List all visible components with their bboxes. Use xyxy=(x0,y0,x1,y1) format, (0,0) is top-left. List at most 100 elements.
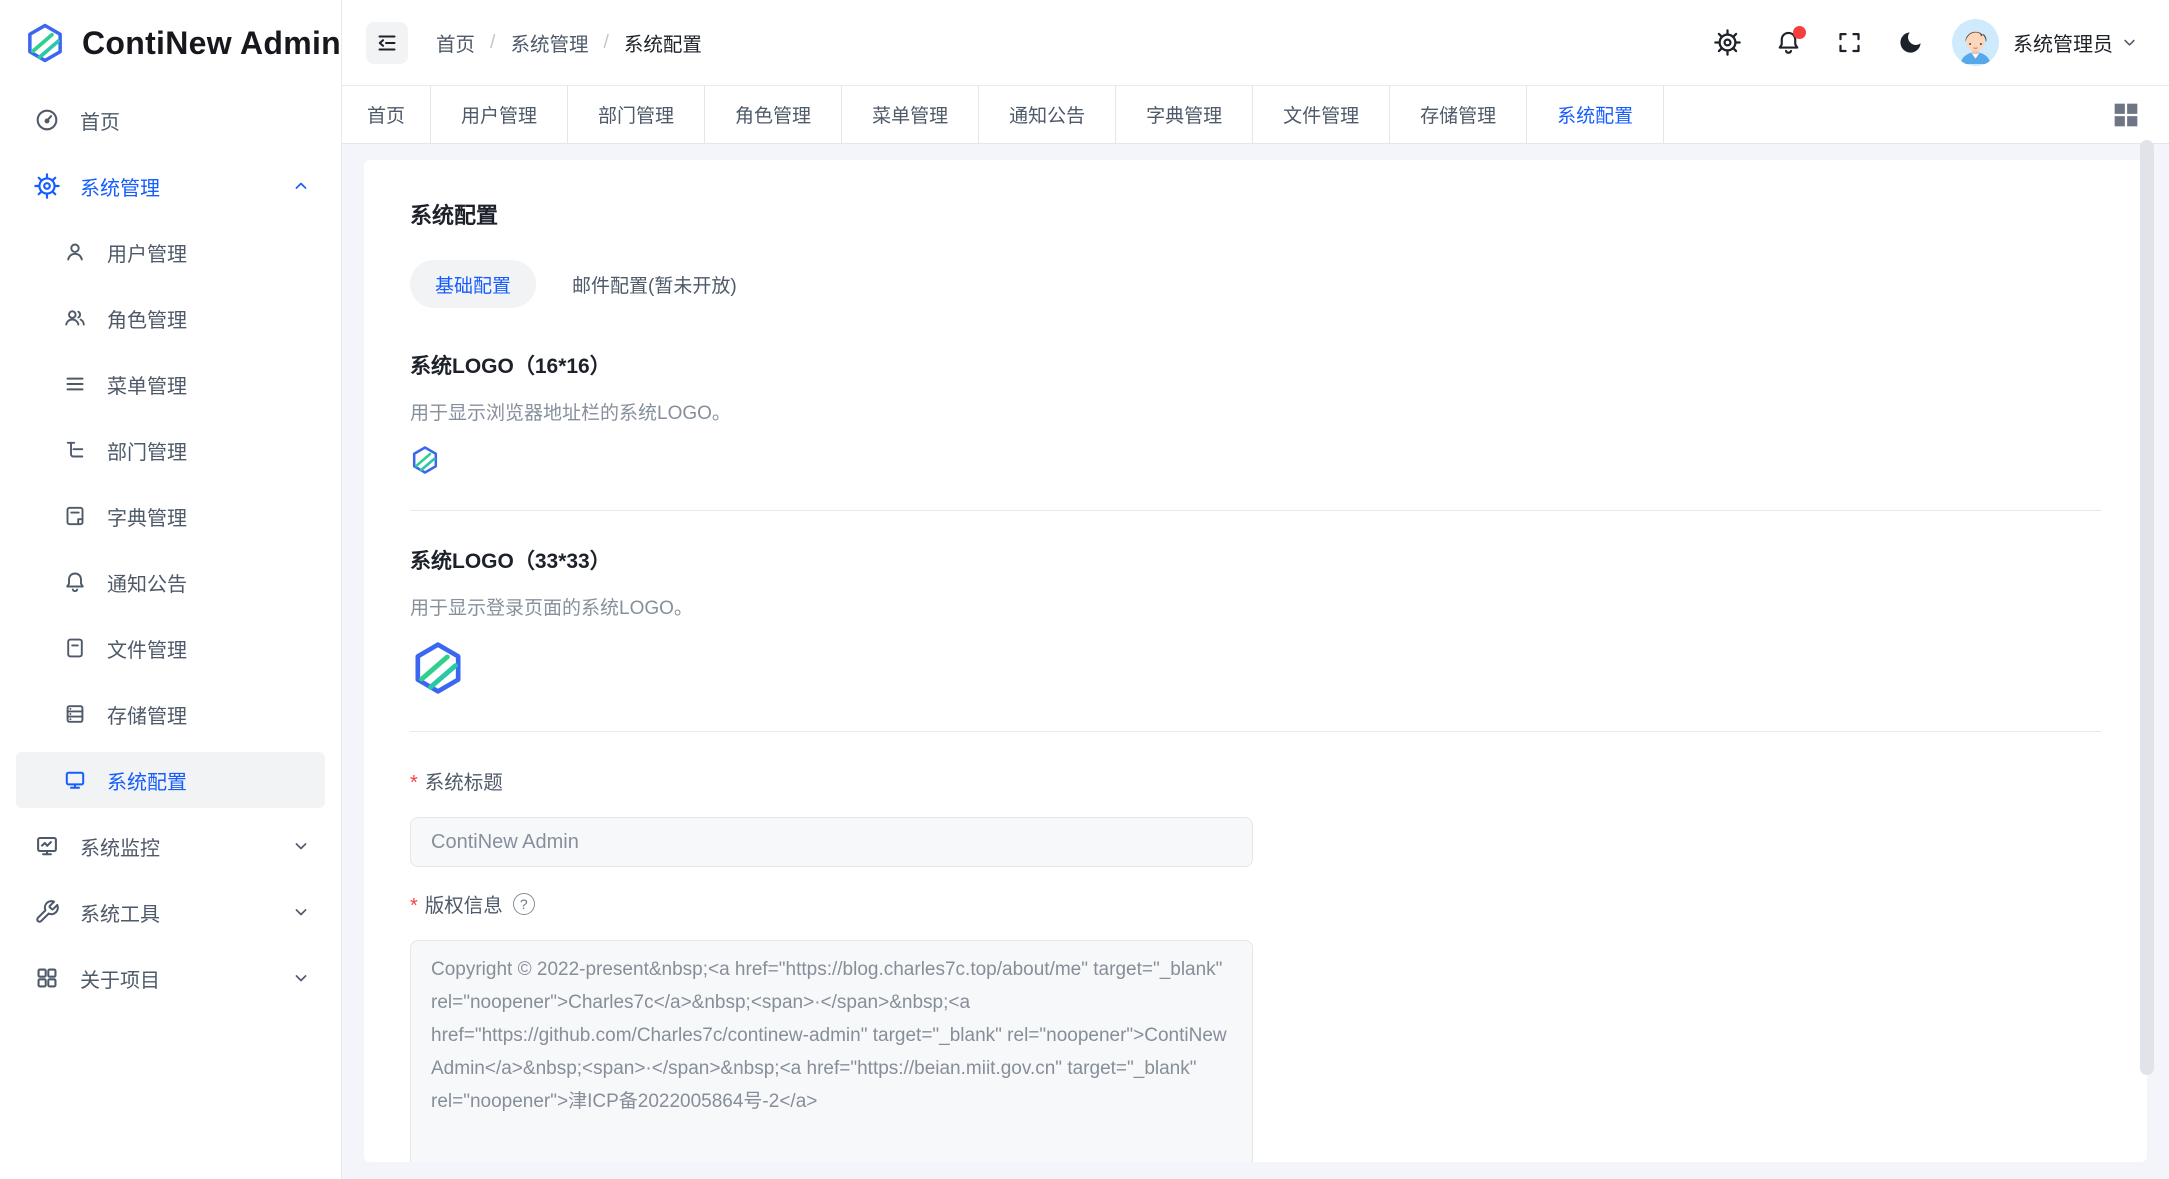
tabbar-tab-6[interactable]: 字典管理 xyxy=(1116,86,1253,143)
breadcrumb-item-1[interactable]: 系统管理 xyxy=(510,28,588,57)
tabbar-tab-5[interactable]: 通知公告 xyxy=(979,86,1116,143)
settings-button[interactable] xyxy=(1709,25,1745,61)
tabbar: 首页用户管理部门管理角色管理菜单管理通知公告字典管理文件管理存储管理系统配置 xyxy=(342,86,2169,144)
notification-badge xyxy=(1793,26,1806,39)
app-logo-icon xyxy=(24,19,66,67)
content-area: 系统配置 基础配置 邮件配置(暂未开放) 系统LOGO（16*16） 用于显示浏… xyxy=(342,144,2169,1179)
section-title: 系统LOGO（16*16） xyxy=(410,350,2101,380)
sidebar-item-10[interactable]: 系统配置 xyxy=(16,752,325,808)
logo-small-section: 系统LOGO（16*16） 用于显示浏览器地址栏的系统LOGO。 xyxy=(410,350,2101,506)
section-description: 用于显示浏览器地址栏的系统LOGO。 xyxy=(410,398,2101,425)
logo-large-section: 系统LOGO（33*33） 用于显示登录页面的系统LOGO。 xyxy=(410,545,2101,727)
sidebar-item-6[interactable]: 字典管理 xyxy=(16,488,325,544)
chevron-down-icon xyxy=(291,968,311,988)
sidebar-item-label: 角色管理 xyxy=(107,304,311,333)
sidebar-item-4[interactable]: 菜单管理 xyxy=(16,356,325,412)
tree-icon xyxy=(63,438,87,462)
fullscreen-button[interactable] xyxy=(1831,25,1867,61)
theme-toggle-button[interactable] xyxy=(1892,25,1928,61)
sidebar-item-label: 系统配置 xyxy=(107,766,311,795)
users-icon xyxy=(63,306,87,330)
tabbar-tab-9[interactable]: 系统配置 xyxy=(1527,86,1664,143)
tab-actions-button[interactable] xyxy=(2109,86,2143,143)
tabbar-tab-0[interactable]: 首页 xyxy=(342,86,431,143)
tabbar-tab-8[interactable]: 存储管理 xyxy=(1390,86,1527,143)
breadcrumb-separator: / xyxy=(490,31,495,54)
topbar: 首页 / 系统管理 / 系统配置 系统管理员 xyxy=(342,0,2169,86)
open-tabs: 首页用户管理部门管理角色管理菜单管理通知公告字典管理文件管理存储管理系统配置 xyxy=(342,86,1664,143)
bell-icon xyxy=(63,570,87,594)
sidebar-item-13[interactable]: 关于项目 xyxy=(16,950,325,1006)
app-window: ContiNew Admin 首页系统管理用户管理角色管理菜单管理部门管理字典管… xyxy=(0,0,2169,1179)
system-title-field: * 系统标题 xyxy=(410,766,2101,889)
sidebar-item-12[interactable]: 系统工具 xyxy=(16,884,325,940)
login-logo-image[interactable] xyxy=(410,640,466,696)
sidebar-item-8[interactable]: 文件管理 xyxy=(16,620,325,676)
field-label-row: * 系统标题 xyxy=(410,766,2101,795)
username: 系统管理员 xyxy=(2013,28,2113,57)
copyright-field: * 版权信息 ? Copyright © 2022-present&nbsp;<… xyxy=(410,889,2101,1162)
wrench-icon xyxy=(34,899,60,925)
sidebar-item-label: 部门管理 xyxy=(107,436,311,465)
grid-icon xyxy=(34,965,60,991)
monitor-icon xyxy=(63,768,87,792)
sidebar-item-1[interactable]: 系统管理 xyxy=(16,158,325,214)
grid-icon xyxy=(2109,98,2143,132)
storage-icon xyxy=(63,702,87,726)
tabbar-tab-4[interactable]: 菜单管理 xyxy=(842,86,979,143)
sidebar-item-label: 关于项目 xyxy=(80,964,291,993)
gear-icon xyxy=(34,173,60,199)
tab-mail-config[interactable]: 邮件配置(暂未开放) xyxy=(572,260,737,308)
field-label: 版权信息 xyxy=(425,889,503,918)
notifications-button[interactable] xyxy=(1770,25,1806,61)
section-description: 用于显示登录页面的系统LOGO。 xyxy=(410,593,2101,620)
breadcrumb-item-0[interactable]: 首页 xyxy=(436,28,475,57)
user-menu[interactable]: 系统管理员 xyxy=(1952,19,2139,66)
tabbar-tab-1[interactable]: 用户管理 xyxy=(431,86,568,143)
monitor-chart-icon xyxy=(34,833,60,859)
sidebar-item-label: 存储管理 xyxy=(107,700,311,729)
sidebar-item-3[interactable]: 角色管理 xyxy=(16,290,325,346)
sidebar-item-9[interactable]: 存储管理 xyxy=(16,686,325,742)
system-title-input[interactable] xyxy=(410,817,1253,867)
page-title: 系统配置 xyxy=(410,198,2101,230)
chevron-down-icon xyxy=(291,902,311,922)
divider xyxy=(410,731,2101,732)
divider xyxy=(410,510,2101,511)
moon-icon xyxy=(1897,29,1924,56)
avatar xyxy=(1952,19,1999,66)
sidebar-menu: 首页系统管理用户管理角色管理菜单管理部门管理字典管理通知公告文件管理存储管理系统… xyxy=(0,86,341,1006)
favicon-logo-image[interactable] xyxy=(410,445,440,475)
sidebar-item-5[interactable]: 部门管理 xyxy=(16,422,325,478)
app-logo-row[interactable]: ContiNew Admin xyxy=(0,0,341,86)
topbar-actions: 系统管理员 xyxy=(1684,19,2139,66)
chevron-up-icon xyxy=(291,176,311,196)
config-tabs: 基础配置 邮件配置(暂未开放) xyxy=(410,260,2101,308)
breadcrumb: 首页 / 系统管理 / 系统配置 xyxy=(436,28,702,57)
sidebar: ContiNew Admin 首页系统管理用户管理角色管理菜单管理部门管理字典管… xyxy=(0,0,342,1179)
menu-fold-icon xyxy=(375,31,399,55)
sidebar-item-2[interactable]: 用户管理 xyxy=(16,224,325,280)
copyright-textarea[interactable]: Copyright © 2022-present&nbsp;<a href="h… xyxy=(410,940,1253,1162)
tabbar-tab-2[interactable]: 部门管理 xyxy=(568,86,705,143)
scrollbar-thumb[interactable] xyxy=(2140,140,2154,1075)
sidebar-item-label: 菜单管理 xyxy=(107,370,311,399)
sidebar-item-label: 通知公告 xyxy=(107,568,311,597)
tabbar-tab-7[interactable]: 文件管理 xyxy=(1253,86,1390,143)
menu-lines-icon xyxy=(63,372,87,396)
sidebar-item-11[interactable]: 系统监控 xyxy=(16,818,325,874)
breadcrumb-item-2[interactable]: 系统配置 xyxy=(624,28,702,57)
sidebar-item-7[interactable]: 通知公告 xyxy=(16,554,325,610)
tabbar-tab-3[interactable]: 角色管理 xyxy=(705,86,842,143)
chevron-down-icon xyxy=(2120,33,2139,52)
help-icon[interactable]: ? xyxy=(513,893,535,915)
sidebar-item-label: 系统工具 xyxy=(80,898,291,927)
tab-basic-config[interactable]: 基础配置 xyxy=(410,260,536,308)
breadcrumb-separator: / xyxy=(603,31,608,54)
system-config-card: 系统配置 基础配置 邮件配置(暂未开放) 系统LOGO（16*16） 用于显示浏… xyxy=(364,160,2147,1162)
sidebar-collapse-button[interactable] xyxy=(366,22,408,64)
required-mark: * xyxy=(410,896,418,916)
section-title: 系统LOGO（33*33） xyxy=(410,545,2101,575)
user-icon xyxy=(63,240,87,264)
sidebar-item-0[interactable]: 首页 xyxy=(16,92,325,148)
